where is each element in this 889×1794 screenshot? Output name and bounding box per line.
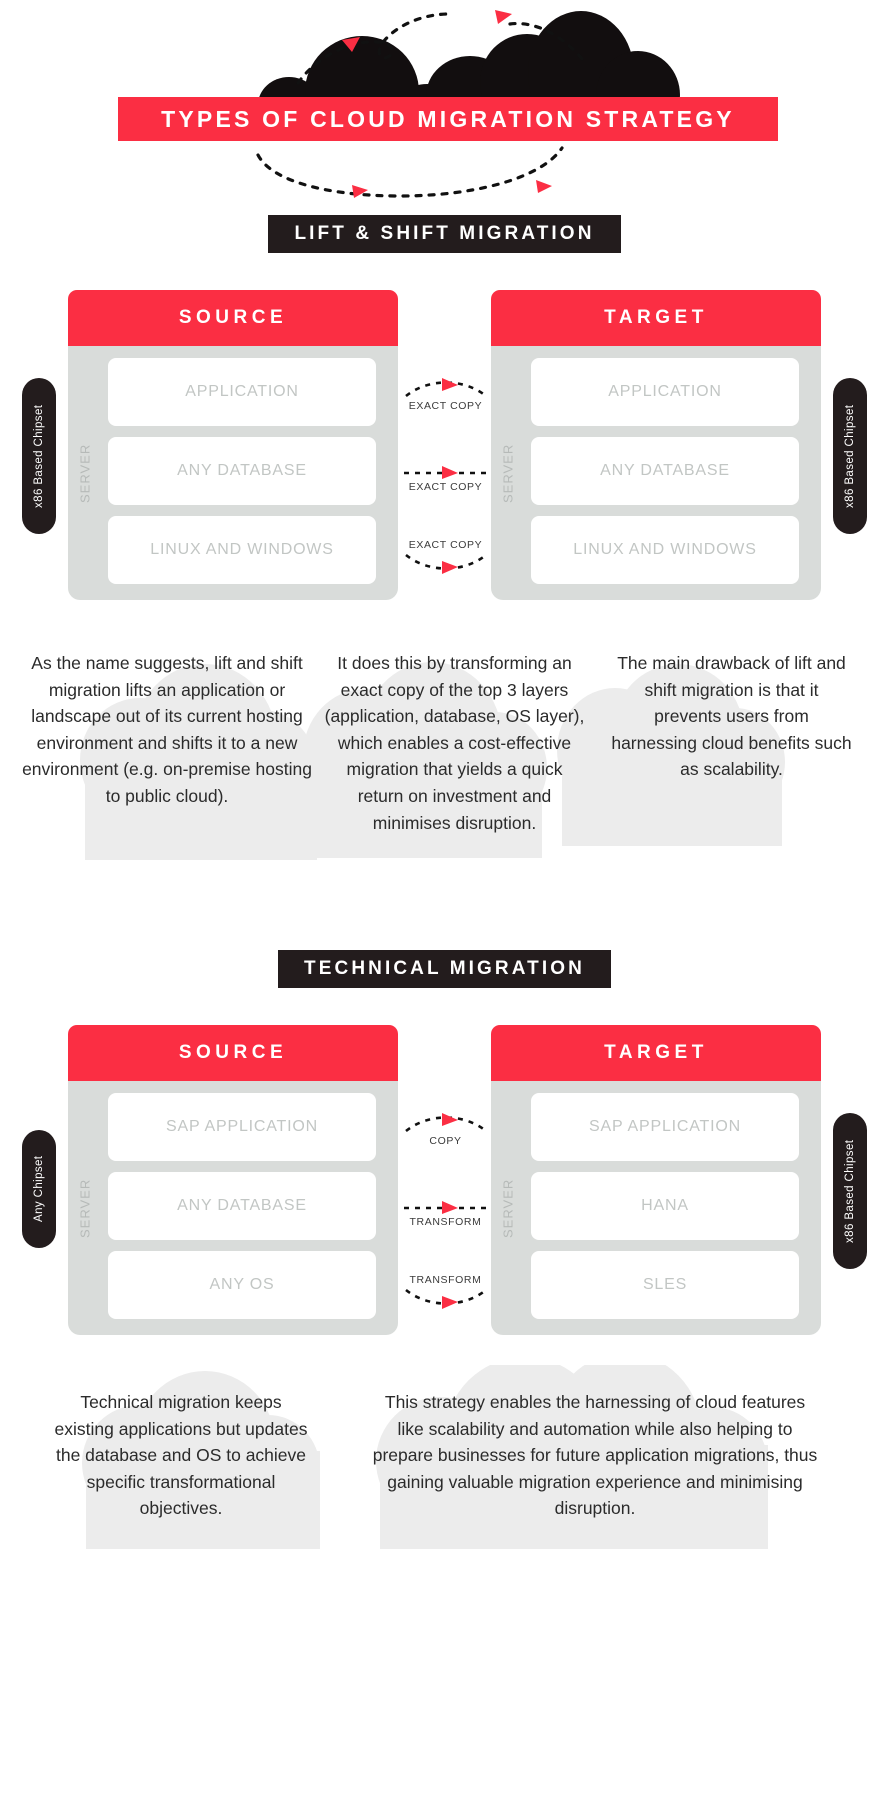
server-label-target-1: SERVER <box>500 443 516 503</box>
diagram-technical: Any Chipset SOURCE SERVER SAP APPLICATIO… <box>0 1025 889 1365</box>
layer-box: SAP APPLICATION <box>531 1093 799 1161</box>
section-heading-label: TECHNICAL MIGRATION <box>304 958 585 979</box>
section-heading-lift-shift: LIFT & SHIFT MIGRATION <box>268 215 621 253</box>
connector-1-1: EXACT COPY <box>398 374 493 412</box>
paragraph-1-2: It does this by transforming an exact co… <box>324 653 585 833</box>
panel-target-2-title: TARGET <box>604 1042 708 1063</box>
main-title-banner: TYPES OF CLOUD MIGRATION STRATEGY <box>118 97 778 141</box>
chipset-pill-right-2: x86 Based Chipset <box>833 1113 867 1269</box>
chipset-pill-left-2: Any Chipset <box>22 1130 56 1248</box>
diagram-lift-shift: x86 Based Chipset SOURCE SERVER APPLICAT… <box>0 290 889 630</box>
panel-target-1-body: SERVER APPLICATION ANY DATABASE LINUX AN… <box>491 346 821 600</box>
paragraph-2-1: Technical migration keeps existing appli… <box>54 1392 308 1519</box>
connector-2-3: TRANSFORM <box>398 1274 493 1312</box>
paragraph-1-3: The main drawback of lift and shift migr… <box>611 653 852 780</box>
panel-source-1-body: SERVER APPLICATION ANY DATABASE LINUX AN… <box>68 346 398 600</box>
dashed-arrow-icon <box>405 378 487 398</box>
main-title-text: TYPES OF CLOUD MIGRATION STRATEGY <box>161 105 735 132</box>
chipset-pill-right-2-label: x86 Based Chipset <box>844 1139 856 1243</box>
panel-target-1: TARGET SERVER APPLICATION ANY DATABASE L… <box>491 290 821 600</box>
section-heading-label: LIFT & SHIFT MIGRATION <box>294 223 595 244</box>
server-label-source-2: SERVER <box>77 1178 93 1238</box>
layer-box: LINUX AND WINDOWS <box>108 516 376 584</box>
layer-box: ANY DATABASE <box>108 437 376 505</box>
layer-box: HANA <box>531 1172 799 1240</box>
panel-target-2-header: TARGET <box>491 1025 821 1081</box>
layer-box: ANY OS <box>108 1251 376 1319</box>
section-heading-technical: TECHNICAL MIGRATION <box>278 950 611 988</box>
layer-box: APPLICATION <box>531 358 799 426</box>
chipset-pill-right-1: x86 Based Chipset <box>833 378 867 534</box>
chipset-pill-left-1-label: x86 Based Chipset <box>33 404 45 508</box>
connector-2-1: COPY <box>398 1109 493 1147</box>
panel-target-1-header: TARGET <box>491 290 821 346</box>
chipset-pill-left-2-label: Any Chipset <box>33 1155 45 1223</box>
layer-box: LINUX AND WINDOWS <box>531 516 799 584</box>
layer-box: APPLICATION <box>108 358 376 426</box>
layer-box: SLES <box>531 1251 799 1319</box>
panel-source-2-body: SERVER SAP APPLICATION ANY DATABASE ANY … <box>68 1081 398 1335</box>
dashed-arrow-icon <box>404 466 488 479</box>
hero-title-area: TYPES OF CLOUD MIGRATION STRATEGY <box>0 0 889 205</box>
layer-box: ANY DATABASE <box>108 1172 376 1240</box>
dashed-arrow-icon <box>405 553 487 574</box>
dashed-arrow-icon <box>404 1201 488 1214</box>
chipset-pill-right-1-label: x86 Based Chipset <box>844 404 856 508</box>
connector-2-2: TRANSFORM <box>398 1198 493 1228</box>
connector-1-3-label: EXACT COPY <box>408 539 483 551</box>
connector-1-3: EXACT COPY <box>398 539 493 577</box>
paragraph-1-1: As the name suggests, lift and shift mig… <box>22 653 312 806</box>
connector-1-2-label: EXACT COPY <box>408 481 483 493</box>
chipset-pill-left-1: x86 Based Chipset <box>22 378 56 534</box>
panel-source-2-title: SOURCE <box>178 1042 288 1063</box>
paragraph-2-2: This strategy enables the harnessing of … <box>372 1392 818 1519</box>
panel-source-2-header: SOURCE <box>68 1025 398 1081</box>
panel-source-1: SOURCE SERVER APPLICATION ANY DATABASE L… <box>68 290 398 600</box>
connector-1-1-label: EXACT COPY <box>408 400 483 412</box>
panel-source-1-title: SOURCE <box>178 307 288 328</box>
connector-1-2: EXACT COPY <box>398 463 493 493</box>
layer-box: ANY DATABASE <box>531 437 799 505</box>
panel-target-2: TARGET SERVER SAP APPLICATION HANA SLES <box>491 1025 821 1335</box>
panel-target-1-title: TARGET <box>604 307 708 328</box>
text-row-2: Technical migration keeps existing appli… <box>0 1365 889 1580</box>
panel-source-1-header: SOURCE <box>68 290 398 346</box>
layer-box: SAP APPLICATION <box>108 1093 376 1161</box>
connectors-2: COPY TRANSFORM TRANSFORM <box>398 1025 493 1365</box>
connectors-1: EXACT COPY EXACT COPY EXACT COPY <box>398 290 493 630</box>
panel-target-2-body: SERVER SAP APPLICATION HANA SLES <box>491 1081 821 1335</box>
panel-source-2: SOURCE SERVER SAP APPLICATION ANY DATABA… <box>68 1025 398 1335</box>
connector-2-1-label: COPY <box>429 1135 462 1147</box>
dashed-arrow-icon <box>405 1113 487 1133</box>
server-label-target-2: SERVER <box>500 1178 516 1238</box>
server-label-source-1: SERVER <box>77 443 93 503</box>
connector-2-3-label: TRANSFORM <box>409 1274 482 1286</box>
connector-2-2-label: TRANSFORM <box>409 1216 482 1228</box>
text-row-1: As the name suggests, lift and shift mig… <box>0 630 889 895</box>
dashed-arrow-icon <box>405 1288 487 1309</box>
